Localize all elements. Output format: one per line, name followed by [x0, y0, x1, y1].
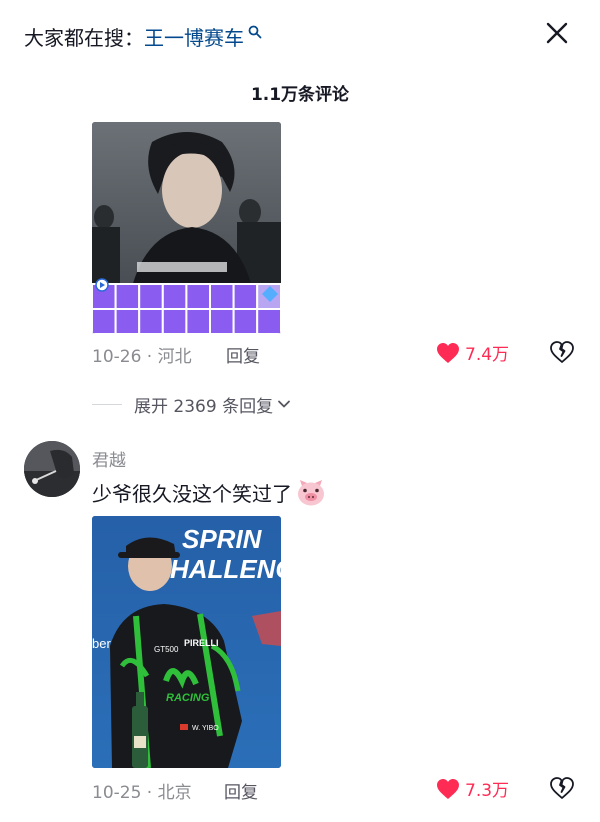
- close-icon[interactable]: [544, 20, 570, 46]
- comment-text: 少爷很久没这个笑过了: [92, 482, 292, 506]
- pig-face-emoji-icon: [298, 479, 324, 505]
- like-button[interactable]: 7.3万: [436, 776, 509, 801]
- comment-image-graphic: SPRIN HALLENG ber, 2 PIRELLI GT500 RACIN…: [92, 516, 281, 768]
- reply-button[interactable]: 回复: [224, 778, 258, 803]
- comment-username[interactable]: 君越: [92, 446, 126, 471]
- comment-image[interactable]: SPRIN HALLENG ber, 2 PIRELLI GT500 RACIN…: [92, 516, 281, 768]
- divider: [92, 403, 122, 405]
- comment-body: 少爷很久没这个笑过了: [92, 478, 326, 507]
- comment-count-title: 1.1万条评论: [250, 85, 350, 105]
- expand-replies-label: 展开 2369 条回复: [134, 396, 274, 417]
- comment-date-location: 10-25 · 北京: [92, 783, 192, 803]
- reply-button[interactable]: 回复: [226, 342, 260, 367]
- reply-date-location: 10-26 · 河北: [92, 347, 192, 367]
- like-count: 7.4万: [465, 345, 510, 365]
- broken-heart-icon[interactable]: [549, 776, 575, 800]
- like-count: 7.3万: [465, 781, 510, 801]
- search-suggestion[interactable]: 大家都在搜： 王一博赛车: [24, 22, 262, 50]
- sponsor-text: PIRELLI: [184, 638, 219, 648]
- avatar-image: [24, 441, 80, 497]
- search-icon: [248, 25, 262, 39]
- reply-image-graphic: [92, 122, 281, 334]
- banner-top-text: SPRIN: [182, 524, 263, 554]
- like-button[interactable]: 7.4万: [436, 340, 509, 365]
- reply-image[interactable]: [92, 122, 281, 334]
- avatar[interactable]: [24, 441, 80, 497]
- banner-bottom-text: HALLENG: [170, 554, 281, 584]
- name-tag-text: W. YIBO: [192, 725, 219, 732]
- search-term-link[interactable]: 王一博赛车: [144, 22, 244, 51]
- badge-text: GT500: [154, 645, 179, 654]
- heart-icon: [437, 778, 459, 799]
- brand-text: RACING: [166, 692, 210, 704]
- expand-replies-button[interactable]: 展开 2369 条回复: [92, 392, 291, 417]
- chevron-down-icon: [278, 400, 290, 408]
- broken-heart-icon[interactable]: [549, 340, 575, 364]
- search-prefix: 大家都在搜：: [24, 25, 144, 50]
- heart-icon: [437, 342, 459, 363]
